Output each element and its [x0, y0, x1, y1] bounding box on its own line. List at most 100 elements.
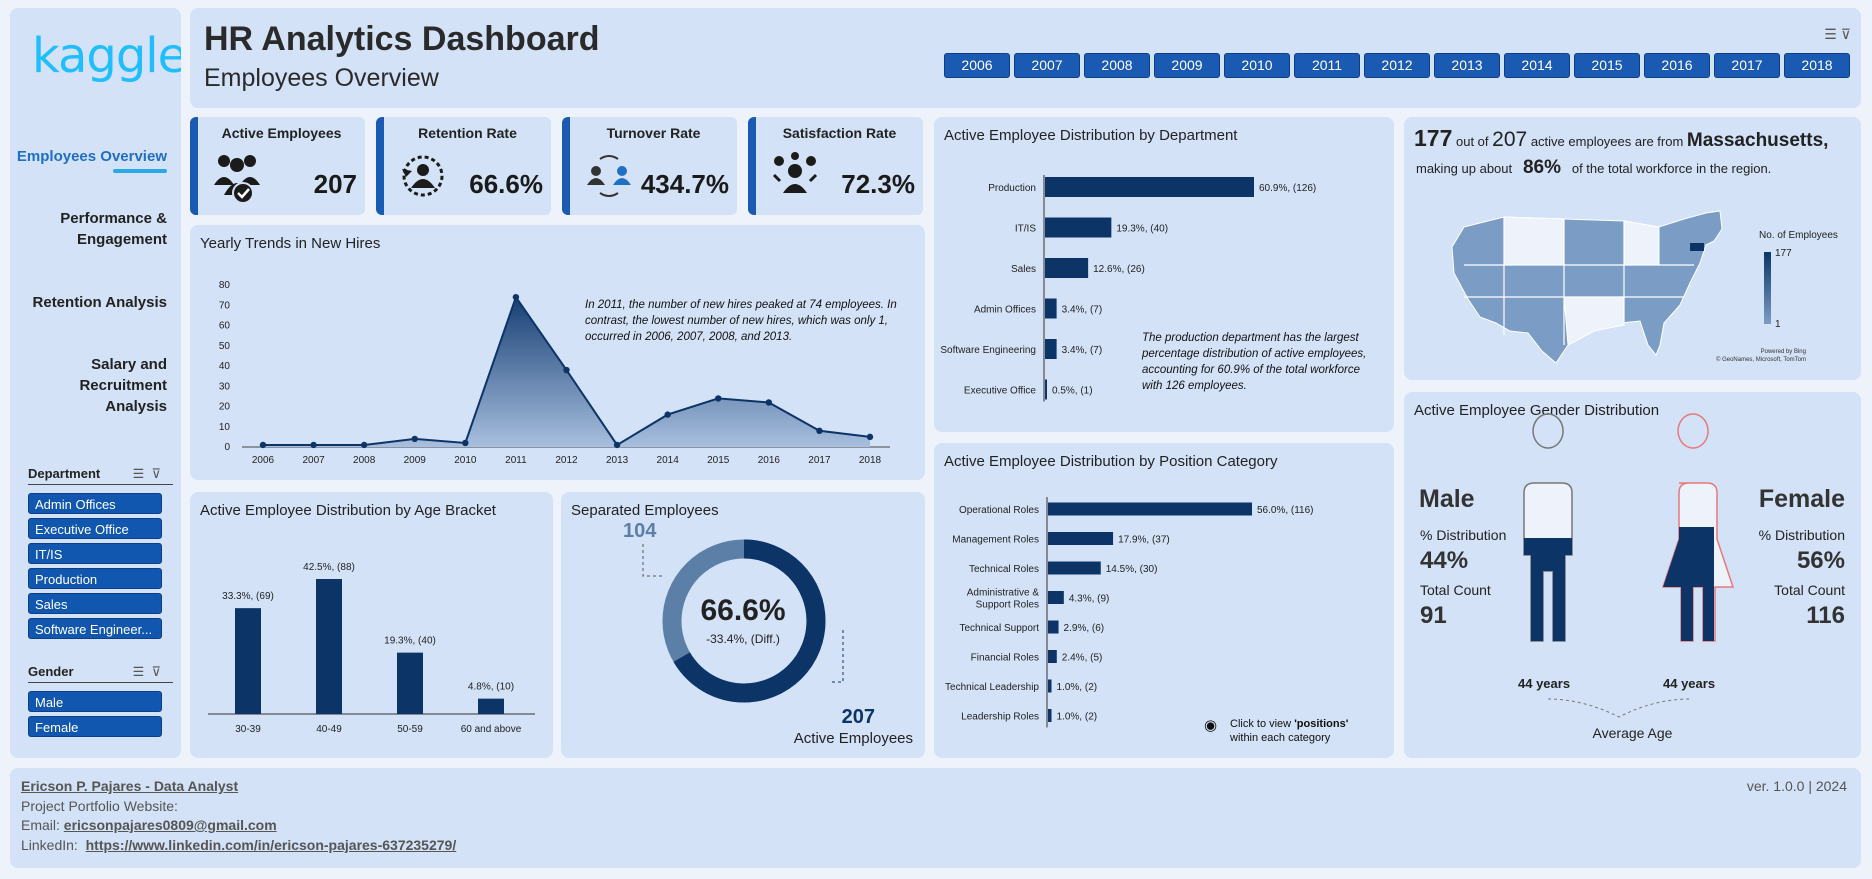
- turnover-icon: [587, 155, 631, 197]
- sidebar: kaggle Employees Overview Performance & …: [10, 8, 181, 758]
- x-tick-label: 2018: [859, 455, 882, 466]
- year-button-2007[interactable]: 2007: [1014, 53, 1080, 78]
- kaggle-logo: kaggle: [32, 28, 181, 84]
- data-label: 56.0%, (116): [1257, 505, 1314, 516]
- data-label: 2.4%, (5): [1062, 653, 1103, 664]
- data-point: [613, 441, 621, 449]
- kpi-value: 72.3%: [841, 169, 915, 199]
- data-point: [563, 366, 570, 374]
- kpi-value: 434.7%: [640, 169, 729, 199]
- bar: [1045, 379, 1047, 400]
- data-label: 17.9%, (37): [1118, 535, 1170, 546]
- nav-employees-overview[interactable]: Employees Overview: [17, 146, 168, 173]
- year-button-2008[interactable]: 2008: [1084, 53, 1150, 78]
- data-label: 33.3%, (69): [222, 591, 274, 602]
- department-slicer-title: Department: [28, 466, 101, 481]
- data-point: [866, 433, 874, 441]
- year-button-2016[interactable]: 2016: [1644, 53, 1710, 78]
- page-subtitle: Employees Overview: [204, 64, 439, 92]
- x-tick-label: 2014: [657, 455, 680, 466]
- map-panel: 177 out of 207 active employees are from…: [1404, 117, 1861, 380]
- view-positions-link[interactable]: ◉ Click to view 'positions' within each …: [1204, 717, 1348, 745]
- category-label: 40-49: [316, 724, 342, 735]
- x-tick-label: 2012: [555, 455, 578, 466]
- nav-retention-analysis[interactable]: Retention Analysis: [33, 292, 167, 313]
- data-label: 12.6%, (26): [1093, 264, 1145, 275]
- female-figure-icon: [1661, 413, 1735, 642]
- year-button-2006[interactable]: 2006: [944, 53, 1010, 78]
- year-button-2012[interactable]: 2012: [1364, 53, 1430, 78]
- y-tick-label: 50: [219, 341, 231, 352]
- bar: [1045, 258, 1089, 278]
- year-button-2013[interactable]: 2013: [1434, 53, 1500, 78]
- footer: Ericson P. Pajares - Data Analyst Projec…: [10, 768, 1861, 868]
- kpi-retention-rate: Retention Rate 66.6%: [376, 117, 551, 215]
- x-tick-label: 2013: [606, 455, 629, 466]
- slicer-dept-production[interactable]: Production: [28, 568, 162, 589]
- author-name[interactable]: Ericson P. Pajares - Data Analyst: [21, 778, 238, 794]
- email-link[interactable]: ericsonpajares0809@gmail.com: [64, 817, 277, 833]
- x-tick-label: 2006: [252, 455, 275, 466]
- portfolio-label: Project Portfolio Website:: [21, 798, 178, 814]
- clear-filter-icon[interactable]: ⊽: [151, 466, 161, 481]
- position-panel: Active Employee Distribution by Position…: [934, 443, 1394, 758]
- year-button-2010[interactable]: 2010: [1224, 53, 1290, 78]
- slicer-dept-admin-offices[interactable]: Admin Offices: [28, 493, 162, 514]
- department-slicer-controls: ☰ ⊽: [133, 466, 161, 482]
- year-button-2015[interactable]: 2015: [1574, 53, 1640, 78]
- nav-performance-engagement[interactable]: Performance & Engagement: [47, 208, 167, 250]
- map-legend-title: No. of Employees: [1759, 230, 1838, 241]
- kpi-value: 66.6%: [469, 169, 543, 199]
- bar: [1048, 650, 1057, 663]
- year-button-2014[interactable]: 2014: [1504, 53, 1570, 78]
- kpi-active-employees: Active Employees 207: [190, 117, 365, 215]
- male-figure-icon: [1523, 413, 1573, 642]
- category-label: Technical Support: [960, 623, 1040, 634]
- x-tick-label: 2008: [353, 455, 376, 466]
- data-point: [462, 439, 469, 447]
- category-label: Production: [988, 183, 1036, 194]
- kpi-label: Satisfaction Rate: [782, 125, 897, 141]
- clear-filter-icon[interactable]: ⊽: [151, 664, 161, 679]
- linkedin-link[interactable]: https://www.linkedin.com/in/ericson-paja…: [86, 837, 457, 853]
- data-point: [715, 395, 722, 402]
- year-button-2009[interactable]: 2009: [1154, 53, 1220, 78]
- multi-select-icon[interactable]: ☰: [133, 664, 145, 679]
- us-map: [1451, 210, 1723, 364]
- year-button-2018[interactable]: 2018: [1784, 53, 1850, 78]
- age-panel: Active Employee Distribution by Age Brac…: [190, 492, 553, 758]
- male-age: 44 years: [1518, 676, 1571, 691]
- year-button-2017[interactable]: 2017: [1714, 53, 1780, 78]
- slicer-dept-it-is[interactable]: IT/IS: [28, 543, 162, 564]
- category-label: Technical Roles: [969, 564, 1039, 575]
- category-label: Administrative &: [967, 588, 1040, 599]
- year-button-2011[interactable]: 2011: [1294, 53, 1360, 78]
- data-label: 19.3%, (40): [1116, 224, 1168, 235]
- category-label: Admin Offices: [974, 305, 1036, 316]
- data-point: [765, 399, 773, 406]
- multi-select-icon[interactable]: ☰: [133, 466, 145, 481]
- email-row: Email: ericsonpajares0809@gmail.com: [21, 817, 277, 833]
- data-point: [816, 427, 823, 434]
- divider: [28, 682, 173, 683]
- satisfaction-icon: [772, 152, 818, 193]
- slicer-gender-male[interactable]: Male: [28, 691, 162, 712]
- slicer-gender-female[interactable]: Female: [28, 716, 162, 737]
- map-subline: making up about 86% of the total workfor…: [1416, 157, 1772, 178]
- category-label: Management Roles: [952, 535, 1039, 546]
- data-point: [259, 441, 267, 449]
- slicer-dept-software-engineering[interactable]: Software Engineer...: [28, 618, 162, 639]
- female-age: 44 years: [1663, 676, 1716, 691]
- bar: [316, 579, 342, 714]
- header: HR Analytics Dashboard Employees Overvie…: [190, 8, 1861, 108]
- multi-select-icon[interactable]: ☰: [1824, 26, 1837, 42]
- slicer-dept-executive-office[interactable]: Executive Office: [28, 518, 162, 539]
- eye-icon[interactable]: ◉: [1204, 718, 1217, 733]
- clear-filter-icon[interactable]: ⊽: [1841, 26, 1851, 42]
- map-legend-min: 1: [1775, 319, 1781, 330]
- nav-salary-recruitment[interactable]: Salary and Recruitment Analysis: [27, 354, 167, 417]
- year-slicer-controls: ☰ ⊽: [1824, 26, 1851, 43]
- active-count: 207: [841, 706, 875, 728]
- age-chart: 33.3%, (69) 30-39 42.5%, (88) 40-49 19.3%, (…: [208, 562, 535, 735]
- slicer-dept-sales[interactable]: Sales: [28, 593, 162, 614]
